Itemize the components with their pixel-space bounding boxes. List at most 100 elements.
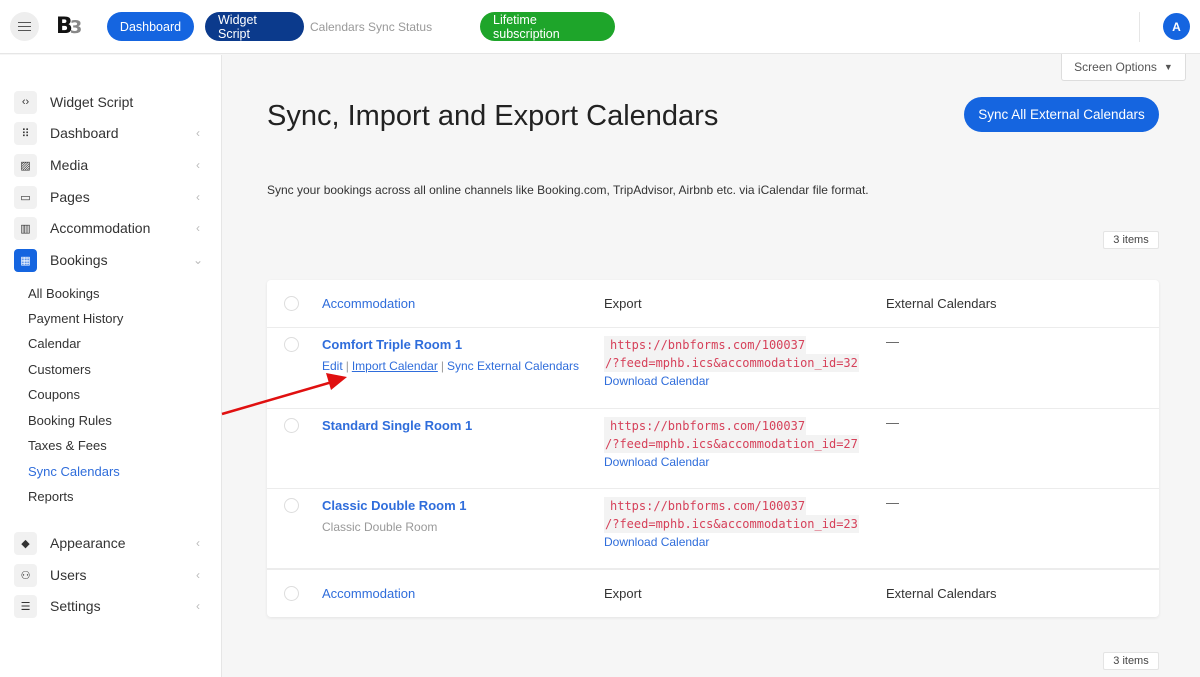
export-url[interactable]: https://bnbforms.com/100037 /?feed=mphb.… — [604, 336, 859, 372]
dashboard-button[interactable]: Dashboard — [107, 12, 194, 41]
top-bar: B3 Dashboard Widget Script Calendars Syn… — [0, 0, 1200, 54]
edit-link[interactable]: Edit — [322, 359, 343, 373]
widget-script-button[interactable]: Widget Script — [205, 12, 304, 41]
sidebar: ‹› Widget Script ⠿ Dashboard ‹ ▨ Media ‹… — [0, 55, 222, 677]
select-all-checkbox-footer[interactable] — [284, 586, 299, 601]
logo-letter: B — [56, 14, 73, 39]
column-footer-external-calendars: External Calendars — [886, 586, 997, 601]
page-title: Sync, Import and Export Calendars — [267, 100, 719, 132]
room-type-label: Classic Double Room — [322, 520, 438, 534]
lifetime-subscription-button[interactable]: Lifetime subscription — [480, 12, 615, 41]
user-avatar[interactable]: A — [1163, 13, 1190, 40]
caret-down-icon: ▼ — [1163, 62, 1173, 72]
chevron-left-icon: ‹ — [196, 568, 200, 582]
row-actions: Edit | Import Calendar | Sync External Calen… — [322, 359, 579, 373]
row-checkbox[interactable] — [284, 498, 299, 513]
hamburger-menu-button[interactable] — [10, 12, 39, 41]
import-calendar-link[interactable]: Import Calendar — [352, 359, 438, 373]
submenu-customers[interactable]: Customers — [28, 362, 91, 377]
sync-all-external-calendars-button[interactable]: Sync All External Calendars — [964, 97, 1159, 132]
download-calendar-link[interactable]: Download Calendar — [604, 535, 709, 549]
users-icon: ⚇ — [14, 563, 37, 587]
paint-bucket-icon: ◆ — [14, 531, 37, 555]
table-row: Standard Single Room 1 https://bnbforms.… — [267, 409, 1159, 489]
submenu-calendar[interactable]: Calendar — [28, 336, 81, 351]
page-description: Sync your bookings across all online cha… — [267, 183, 869, 197]
table-footer: Accommodation Export External Calendars — [267, 569, 1159, 617]
action-separator: | — [440, 359, 444, 373]
hamburger-icon — [18, 22, 31, 31]
chevron-left-icon: ‹ — [196, 536, 200, 550]
export-url-line-1: https://bnbforms.com/100037 — [604, 336, 807, 354]
submenu-all-bookings[interactable]: All Bookings — [28, 286, 100, 301]
items-count-bottom: 3 items — [1103, 652, 1159, 670]
export-url[interactable]: https://bnbforms.com/100037 /?feed=mphb.… — [604, 497, 859, 533]
building-icon: ▥ — [14, 216, 37, 240]
sidebar-item-dashboard[interactable]: ⠿ Dashboard ‹ — [14, 121, 204, 145]
table-row: Comfort Triple Room 1 Edit | Import Calend… — [267, 328, 1159, 409]
submenu-booking-rules[interactable]: Booking Rules — [28, 413, 112, 428]
action-separator: | — [345, 359, 349, 373]
row-checkbox[interactable] — [284, 418, 299, 433]
download-calendar-link[interactable]: Download Calendar — [604, 374, 709, 388]
sidebar-item-settings[interactable]: ☰ Settings ‹ — [14, 594, 204, 618]
export-url-line-2: /?feed=mphb.ics&accommodation_id=23 — [604, 515, 859, 533]
room-name-link[interactable]: Comfort Triple Room 1 — [322, 337, 462, 352]
sidebar-item-label: Appearance — [50, 535, 126, 551]
column-header-export: Export — [604, 296, 642, 311]
submenu-coupons[interactable]: Coupons — [28, 387, 80, 402]
sidebar-item-label: Users — [50, 567, 87, 583]
table-row: Classic Double Room 1 Classic Double Roo… — [267, 489, 1159, 569]
logo[interactable]: B3 — [56, 14, 82, 39]
sidebar-item-bookings[interactable]: ▦ Bookings ⌄ — [14, 248, 204, 272]
column-footer-accommodation[interactable]: Accommodation — [322, 586, 415, 601]
topbar-divider — [1139, 12, 1140, 42]
calendars-table: Accommodation Export External Calendars … — [267, 280, 1159, 617]
sidebar-item-accommodation[interactable]: ▥ Accommodation ‹ — [14, 216, 204, 240]
sidebar-item-label: Accommodation — [50, 220, 151, 236]
submenu-taxes-fees[interactable]: Taxes & Fees — [28, 438, 107, 453]
sidebar-item-pages[interactable]: ▭ Pages ‹ — [14, 185, 204, 209]
chevron-left-icon: ‹ — [196, 126, 200, 140]
screen-options-button[interactable]: Screen Options ▼ — [1061, 54, 1186, 81]
chevron-left-icon: ‹ — [196, 599, 200, 613]
pages-icon: ▭ — [14, 185, 37, 209]
sidebar-item-appearance[interactable]: ◆ Appearance ‹ — [14, 531, 204, 555]
select-all-checkbox[interactable] — [284, 296, 299, 311]
sidebar-item-label: Bookings — [50, 252, 108, 268]
room-name-link[interactable]: Standard Single Room 1 — [322, 418, 472, 433]
export-url-line-2: /?feed=mphb.ics&accommodation_id=32 — [604, 354, 859, 372]
items-count: 3 items — [1103, 231, 1159, 249]
screen-options-label: Screen Options — [1074, 60, 1157, 74]
calendar-icon: ▦ — [14, 248, 37, 272]
sidebar-item-widget-script[interactable]: ‹› Widget Script — [14, 90, 204, 114]
sidebar-item-label: Pages — [50, 189, 90, 205]
external-calendars-value: — — [886, 334, 899, 349]
calendars-sync-status-link[interactable]: Calendars Sync Status — [310, 20, 432, 34]
chevron-left-icon: ‹ — [196, 190, 200, 204]
chevron-down-icon: ⌄ — [192, 253, 204, 267]
logo-mark: 3 — [69, 17, 82, 38]
submenu-sync-calendars[interactable]: Sync Calendars — [28, 464, 120, 479]
sliders-icon: ☰ — [14, 594, 37, 618]
code-icon: ‹› — [14, 90, 37, 114]
sidebar-item-label: Dashboard — [50, 125, 119, 141]
export-url[interactable]: https://bnbforms.com/100037 /?feed=mphb.… — [604, 417, 859, 453]
external-calendars-value: — — [886, 415, 899, 430]
submenu-reports[interactable]: Reports — [28, 489, 74, 504]
column-header-accommodation[interactable]: Accommodation — [322, 296, 415, 311]
sidebar-item-label: Media — [50, 157, 89, 173]
table-header: Accommodation Export External Calendars — [267, 280, 1159, 328]
room-name-link[interactable]: Classic Double Room 1 — [322, 498, 466, 513]
download-calendar-link[interactable]: Download Calendar — [604, 455, 709, 469]
chevron-left-icon: ‹ — [196, 221, 200, 235]
image-icon: ▨ — [14, 153, 37, 177]
row-checkbox[interactable] — [284, 337, 299, 352]
chevron-left-icon: ‹ — [196, 158, 200, 172]
column-footer-export: Export — [604, 586, 642, 601]
sidebar-item-media[interactable]: ▨ Media ‹ — [14, 153, 204, 177]
submenu-payment-history[interactable]: Payment History — [28, 311, 123, 326]
sidebar-item-label: Widget Script — [50, 94, 134, 110]
sync-external-calendars-link[interactable]: Sync External Calendars — [447, 359, 579, 373]
sidebar-item-users[interactable]: ⚇ Users ‹ — [14, 563, 204, 587]
